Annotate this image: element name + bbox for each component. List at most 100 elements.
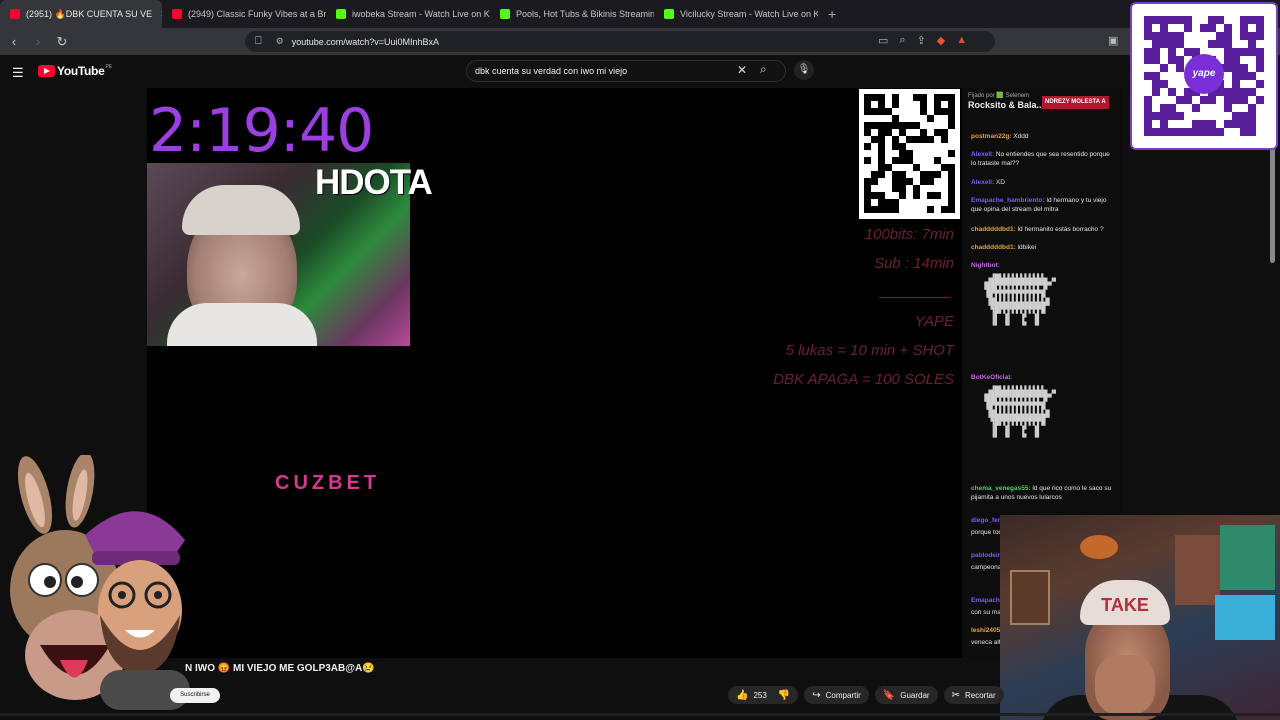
tab-vicilucky[interactable]: Vicilucky Stream - Watch Live on Kick [654, 0, 818, 28]
qr-module [1248, 32, 1256, 40]
qr-module [948, 199, 955, 206]
clip-button[interactable]: ✂ Recortar [943, 686, 1004, 704]
chat-username[interactable]: postman22g: [971, 133, 1011, 140]
chat-message: chema_venegas55: ld que rico como le sac… [971, 484, 1116, 502]
qr-module [864, 122, 871, 129]
youtube-favicon-icon [10, 9, 20, 19]
qr-module [878, 171, 885, 178]
qr-module [1256, 48, 1264, 56]
share-button[interactable]: ↪ Compartir [804, 686, 869, 704]
qr-module [1208, 96, 1216, 104]
qr-module [878, 129, 885, 136]
reload-icon[interactable]: ↻ [52, 34, 72, 50]
chat-username[interactable]: Nightbot: [971, 262, 1000, 269]
qr-module [1168, 104, 1176, 112]
like-button[interactable]: 👍 253 👎 [728, 686, 799, 704]
screen: (2951) 🔥DBK CUENTA SU VE ✕ (2949) Classi… [0, 0, 1280, 720]
browser-toolbar: ‹ › ↻ ⎕ ⚙ youtube.com/watch?v=Uui0MInhBx… [0, 28, 1280, 55]
qr-module [899, 129, 906, 136]
chat-username[interactable]: chema_venegas55: [971, 485, 1031, 492]
chat-username[interactable]: chadddddbd1: [971, 226, 1016, 233]
page-scrollbar[interactable] [1270, 145, 1275, 263]
chat-username[interactable]: BotKeOficial: [971, 374, 1012, 381]
qr-module [1248, 112, 1256, 120]
brave-shield-icon[interactable]: ◆ [937, 34, 945, 47]
qr-module [1184, 48, 1192, 56]
qr-module [1240, 88, 1248, 96]
save-button[interactable]: 🔖 Guardar [874, 686, 938, 704]
qr-module [1224, 96, 1232, 104]
bookmark-icon[interactable]: ⎕ [255, 35, 262, 48]
chat-username[interactable]: diego_fer [971, 517, 1000, 524]
qr-module [1248, 72, 1256, 80]
back-icon[interactable]: ‹ [4, 34, 24, 49]
chat-username[interactable]: chadddddbd1: [971, 244, 1016, 251]
qr-module [1168, 112, 1176, 120]
qr-module [913, 164, 920, 171]
qr-module [1152, 80, 1160, 88]
search-icon[interactable]: ⌕ [760, 62, 767, 77]
qr-module [1192, 104, 1200, 112]
qr-module [878, 199, 885, 206]
tab-pools[interactable]: Pools, Hot Tubs & Bikinis Streaming [490, 0, 654, 28]
qr-module [892, 199, 899, 206]
sidebar-toggle-icon[interactable]: ▣ [1108, 34, 1118, 47]
qr-module [948, 108, 955, 115]
share-page-icon[interactable]: ⇪ [917, 34, 926, 47]
pinned-prefix: Fijado por 🟩 Selenem [968, 93, 1030, 99]
qr-module [1176, 16, 1184, 24]
qr-pattern [864, 94, 955, 213]
rewards-icon[interactable]: ▲ [956, 34, 967, 47]
qr-module [892, 122, 899, 129]
page-bottom-edge [0, 713, 1280, 716]
chat-username[interactable]: Alexell: [971, 179, 994, 186]
tab-classic-funky[interactable]: (2949) Classic Funky Vibes at a Brook [162, 0, 326, 28]
overlay-apaga: DBK APAGA = 100 SOLES [773, 371, 954, 388]
qr-module [899, 143, 906, 150]
qr-module [892, 206, 899, 213]
qr-module [1168, 56, 1176, 64]
microphone-icon[interactable]: 🎙 [794, 60, 814, 80]
qr-module [1248, 104, 1256, 112]
zoom-icon[interactable]: ⌕ [899, 34, 905, 47]
tab-iwobeka[interactable]: iwobeka Stream - Watch Live on Kick [326, 0, 490, 28]
forward-icon[interactable]: › [28, 34, 48, 49]
new-tab-button[interactable]: + [818, 6, 846, 22]
tab-dbk[interactable]: (2951) 🔥DBK CUENTA SU VE ✕ [0, 0, 162, 28]
cast-icon[interactable]: ▭ [878, 34, 888, 47]
like-count: 253 [753, 690, 767, 700]
menu-icon[interactable]: ☰ [12, 65, 24, 81]
qr-module [1240, 120, 1248, 128]
youtube-logo[interactable]: YouTube PE [38, 64, 112, 78]
qr-module [1224, 24, 1232, 32]
qr-module [1152, 16, 1160, 24]
qr-module [878, 164, 885, 171]
qr-module [913, 122, 920, 129]
stream-timer: 2:19:40 [149, 96, 374, 166]
qr-module [920, 94, 927, 101]
qr-module [1232, 120, 1240, 128]
yape-qr-overlay: yape [1130, 2, 1278, 150]
site-info-icon[interactable]: ⚙ [276, 36, 284, 47]
chat-username[interactable]: Emapache_hambriento: [971, 197, 1045, 204]
video-player[interactable]: 2:19:40 HDOTA CUZBET 100bits: 7min Sub :… [147, 88, 962, 658]
sponsor-label: CUZBET [275, 472, 381, 494]
qr-module [1208, 128, 1216, 136]
qr-module [1160, 112, 1168, 120]
chat-username[interactable]: leshi2405 [971, 627, 1000, 634]
qr-module [1176, 64, 1184, 72]
qr-module [1232, 64, 1240, 72]
qr-module [1176, 128, 1184, 136]
qr-module [871, 192, 878, 199]
qr-module [948, 206, 955, 213]
qr-module [927, 136, 934, 143]
subscribe-button[interactable]: Suscribirse [170, 688, 220, 703]
tab-label: iwobeka Stream - Watch Live on Kick [352, 9, 490, 19]
chat-username[interactable]: Emapache [971, 597, 1004, 604]
thumbs-down-icon[interactable]: 👎 [778, 690, 790, 701]
tab-label: (2951) 🔥DBK CUENTA SU VE [26, 8, 153, 19]
clear-search-icon[interactable]: ✕ [737, 63, 747, 77]
chat-username[interactable]: Alexell: [971, 151, 994, 158]
qr-module [948, 171, 955, 178]
qr-module [1160, 128, 1168, 136]
